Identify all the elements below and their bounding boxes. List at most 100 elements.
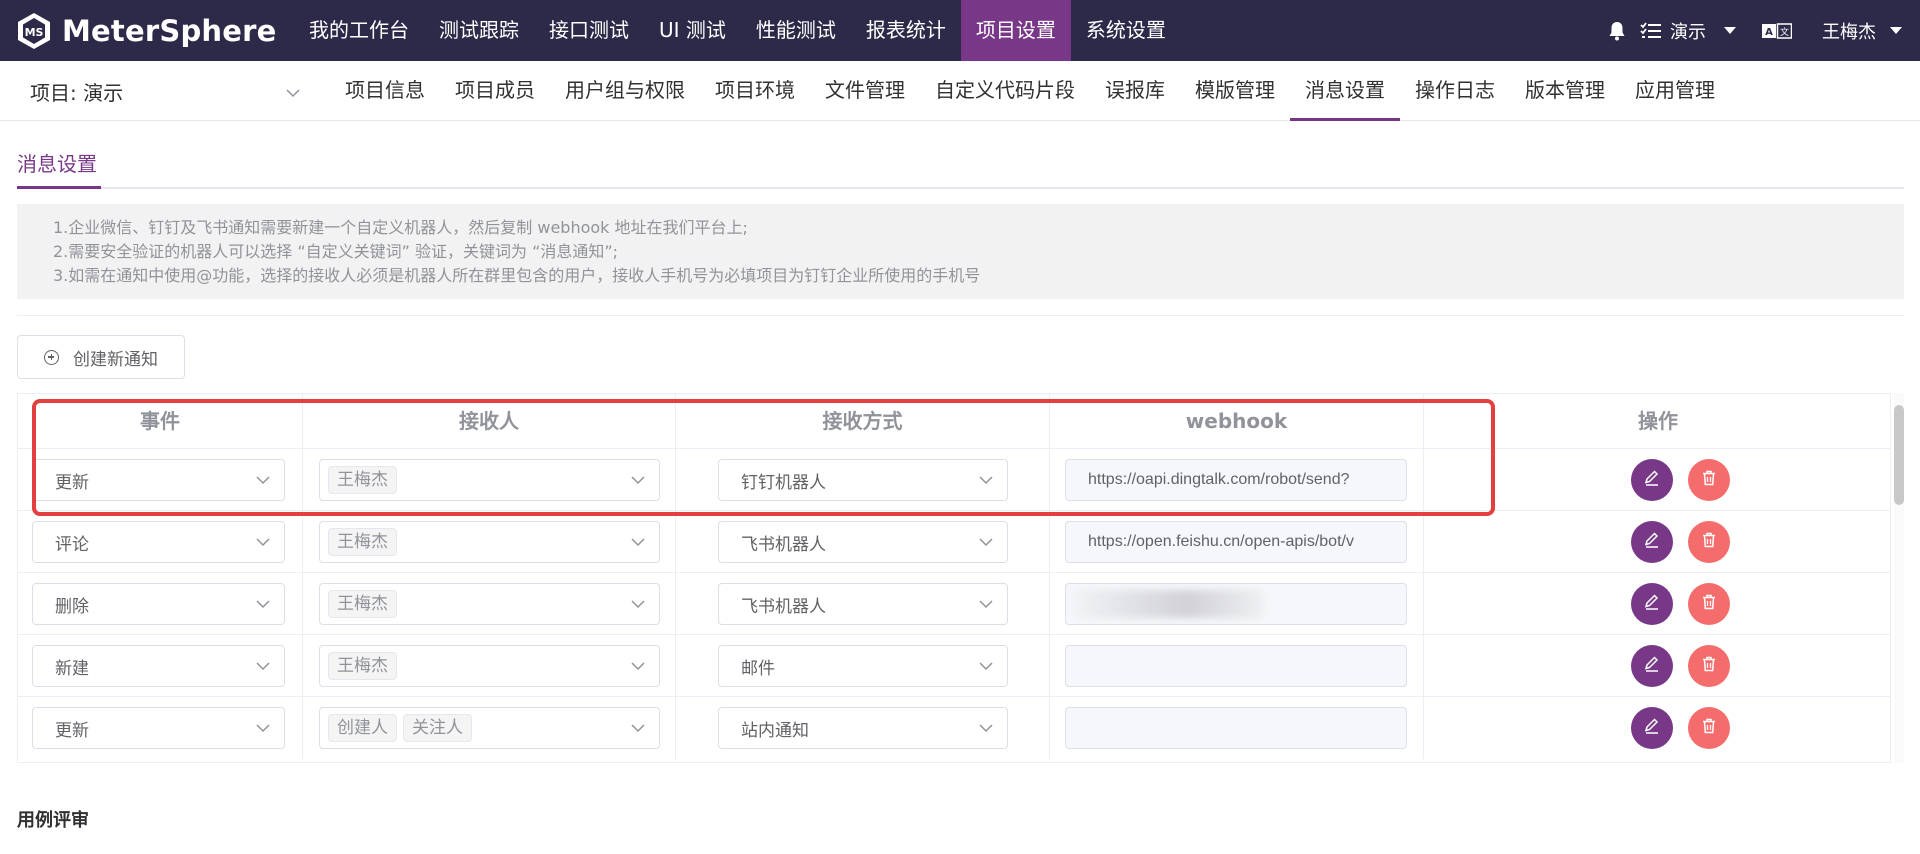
subnav-tab[interactable]: 项目信息 — [330, 61, 440, 121]
table-header: 事件 接收人 接收方式 webhook 操作 — [18, 394, 1890, 449]
receiver-select[interactable]: 王梅杰 — [319, 459, 660, 501]
subnav-tab[interactable]: 误报库 — [1090, 61, 1180, 121]
tab-active-indicator — [17, 186, 101, 189]
receiver-cell: 创建人 关注人 — [303, 697, 676, 759]
webhook-input[interactable] — [1065, 645, 1407, 687]
method-select[interactable]: 钉钉机器人 — [718, 459, 1008, 501]
receiver-tag: 王梅杰 — [328, 652, 397, 680]
chevron-down-icon — [631, 720, 645, 740]
event-cell: 删除 — [18, 573, 303, 635]
edit-button[interactable] — [1631, 707, 1673, 749]
chevron-down-icon — [631, 472, 645, 492]
logo[interactable]: MS MeterSphere — [14, 11, 284, 51]
method-select[interactable]: 邮件 — [718, 645, 1008, 687]
language-icon[interactable]: A文 — [1762, 22, 1792, 39]
subnav-tab[interactable]: 应用管理 — [1620, 61, 1730, 121]
column-header: 接收方式 — [676, 394, 1050, 449]
event-select[interactable]: 评论 — [32, 521, 285, 563]
delete-button[interactable] — [1688, 583, 1730, 625]
table-row: 更新 王梅杰 钉钉机器人 https://oapi.dingtalk.com/robo… — [18, 449, 1890, 511]
chevron-down-icon — [256, 472, 270, 492]
webhook-input[interactable] — [1065, 707, 1407, 749]
topnav-item[interactable]: 性能测试 — [741, 0, 851, 61]
svg-text:文: 文 — [1780, 26, 1789, 38]
receiver-select[interactable]: 创建人 关注人 — [319, 707, 660, 749]
topnav-item[interactable]: 接口测试 — [534, 0, 644, 61]
edit-icon — [1643, 469, 1661, 491]
create-notification-button[interactable]: 创建新通知 — [17, 335, 185, 379]
task-list-icon[interactable] — [1640, 21, 1662, 40]
receiver-select[interactable]: 王梅杰 — [319, 645, 660, 687]
receiver-select[interactable]: 王梅杰 — [319, 583, 660, 625]
webhook-input[interactable]: https://oapi.dingtalk.com/robot/send? — [1065, 459, 1407, 501]
subnav-tab[interactable]: 项目环境 — [700, 61, 810, 121]
event-select[interactable]: 删除 — [32, 583, 285, 625]
event-select[interactable]: 更新 — [32, 707, 285, 749]
event-cell: 更新 — [18, 449, 303, 511]
method-value: 钉钉机器人 — [741, 472, 826, 493]
method-select[interactable]: 飞书机器人 — [718, 521, 1008, 563]
subnav-tab[interactable]: 文件管理 — [810, 61, 920, 121]
edit-button[interactable] — [1631, 459, 1673, 501]
topnav-item[interactable]: UI 测试 — [644, 0, 741, 61]
user-menu[interactable]: 王梅杰 — [1822, 18, 1876, 44]
column-header: 接收人 — [303, 394, 676, 449]
chevron-down-icon — [631, 534, 645, 554]
subnav-tab[interactable]: 操作日志 — [1400, 61, 1510, 121]
subnav-tab[interactable]: 消息设置 — [1290, 61, 1400, 121]
delete-icon — [1700, 469, 1718, 491]
workspace-switcher[interactable]: 演示 — [1670, 18, 1706, 44]
chevron-down-icon — [979, 596, 993, 616]
actions-cell — [1424, 697, 1892, 759]
caret-down-icon[interactable] — [1890, 27, 1902, 34]
chevron-down-icon — [286, 81, 300, 105]
event-cell: 更新 — [18, 697, 303, 759]
topnav-item[interactable]: 测试跟踪 — [424, 0, 534, 61]
caret-down-icon[interactable] — [1724, 27, 1736, 34]
webhook-input[interactable]: https://open.feishu.cn/open-apis/bot/v — [1065, 521, 1407, 563]
receiver-select[interactable]: 王梅杰 — [319, 521, 660, 563]
delete-icon — [1700, 655, 1718, 677]
topnav-item[interactable]: 项目设置 — [960, 0, 1071, 61]
event-value: 删除 — [55, 596, 89, 617]
topnav-item[interactable]: 系统设置 — [1071, 0, 1181, 61]
metersphere-logo-icon: MS — [14, 11, 54, 51]
receiver-tag: 关注人 — [403, 714, 472, 742]
chevron-down-icon — [256, 596, 270, 616]
bell-icon[interactable] — [1608, 21, 1626, 41]
project-selector[interactable]: 项目: 演示 — [30, 61, 300, 121]
scrollbar-thumb[interactable] — [1894, 405, 1904, 505]
event-select[interactable]: 新建 — [32, 645, 285, 687]
topnav-item[interactable]: 报表统计 — [851, 0, 961, 61]
subnav-tab[interactable]: 项目成员 — [440, 61, 550, 121]
method-cell: 飞书机器人 — [676, 511, 1050, 573]
webhook-input[interactable] — [1065, 583, 1407, 625]
delete-button[interactable] — [1688, 521, 1730, 563]
edit-button[interactable] — [1631, 645, 1673, 687]
edit-button[interactable] — [1631, 521, 1673, 563]
receiver-cell: 王梅杰 — [303, 635, 676, 697]
delete-button[interactable] — [1688, 707, 1730, 749]
event-cell: 新建 — [18, 635, 303, 697]
receiver-tag: 王梅杰 — [328, 590, 397, 618]
tab-message-settings[interactable]: 消息设置 — [17, 148, 97, 177]
topnav-item[interactable]: 我的工作台 — [294, 0, 424, 61]
section-title-case-review: 用例评审 — [17, 810, 89, 831]
subnav-tab[interactable]: 自定义代码片段 — [920, 61, 1090, 121]
receiver-tag: 王梅杰 — [328, 466, 397, 494]
method-select[interactable]: 飞书机器人 — [718, 583, 1008, 625]
table-row: 新建 王梅杰 邮件 — [18, 635, 1890, 697]
subnav-tab[interactable]: 版本管理 — [1510, 61, 1620, 121]
subnav-tab[interactable]: 模版管理 — [1180, 61, 1290, 121]
edit-icon — [1643, 593, 1661, 615]
event-select[interactable]: 更新 — [32, 459, 285, 501]
column-header: webhook — [1050, 394, 1424, 449]
chevron-down-icon — [631, 596, 645, 616]
chevron-down-icon — [256, 534, 270, 554]
edit-button[interactable] — [1631, 583, 1673, 625]
delete-icon — [1700, 531, 1718, 553]
subnav-tab[interactable]: 用户组与权限 — [550, 61, 700, 121]
delete-button[interactable] — [1688, 645, 1730, 687]
delete-button[interactable] — [1688, 459, 1730, 501]
method-select[interactable]: 站内通知 — [718, 707, 1008, 749]
